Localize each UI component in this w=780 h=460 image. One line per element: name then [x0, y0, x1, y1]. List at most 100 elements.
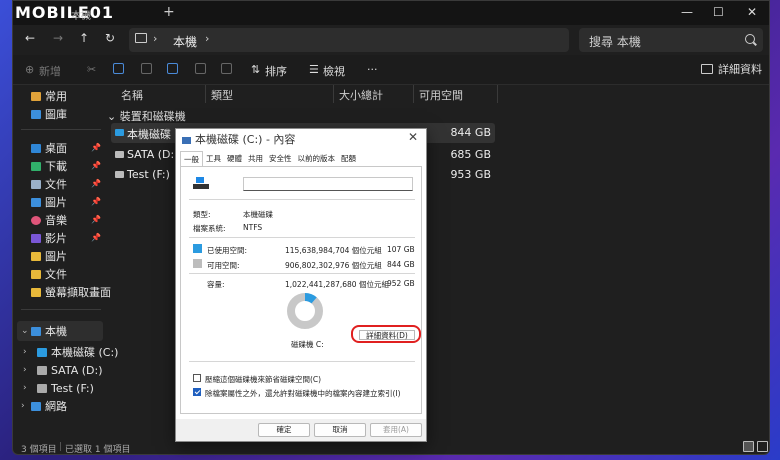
cancel-button[interactable]: 取消: [314, 423, 366, 437]
column-header-name[interactable]: 名稱: [121, 87, 143, 103]
sidebar-item-documents[interactable]: 文件: [31, 175, 67, 193]
drive-icon: [115, 151, 124, 158]
index-label: 除檔案屬性之外，還允許對磁碟機中的檔案內容建立索引(I): [205, 389, 401, 398]
tab-previous-versions[interactable]: 以前的版本: [295, 151, 339, 166]
sidebar-item-network[interactable]: 網路: [31, 397, 67, 415]
column-header-free[interactable]: 可用空間: [419, 87, 463, 103]
up-button[interactable]: ↑: [79, 31, 89, 45]
sidebar-item-drive-d[interactable]: SATA (D:): [37, 361, 103, 379]
drive-icon: [115, 171, 124, 178]
cut-icon[interactable]: ✂: [87, 63, 96, 76]
sidebar-item-desktop[interactable]: 桌面: [31, 139, 67, 157]
drive-icon: [37, 365, 47, 375]
index-checkbox[interactable]: [193, 388, 201, 396]
pin-icon[interactable]: 📌: [91, 161, 101, 170]
watermark-logo: MOBILE01: [15, 3, 115, 22]
paste-icon[interactable]: [141, 63, 152, 74]
chevron-right-icon[interactable]: ›: [21, 401, 25, 411]
more-button[interactable]: ···: [367, 63, 378, 76]
capacity-bytes: 1,022,441,287,680 個位元組: [285, 280, 389, 289]
used-space-bytes: 115,638,984,704 個位元組: [285, 246, 382, 255]
tab-sharing[interactable]: 共用: [245, 151, 266, 166]
column-header-total[interactable]: 大小總計: [339, 87, 383, 103]
view-button[interactable]: 檢視: [323, 63, 345, 79]
tab-quota[interactable]: 配額: [338, 151, 359, 166]
folder-icon: [31, 251, 41, 261]
group-header-devices[interactable]: ⌄ 裝置和磁碟機: [107, 108, 186, 124]
copy-icon[interactable]: [113, 63, 124, 74]
column-divider[interactable]: [413, 85, 414, 103]
sidebar-item-downloads[interactable]: 下載: [31, 157, 67, 175]
sidebar-item-gallery[interactable]: 圖庫: [31, 105, 67, 123]
sidebar-item-folder-pictures[interactable]: 圖片: [31, 247, 67, 265]
divider: [189, 237, 415, 238]
details-pane-label: 詳細資料: [718, 63, 762, 76]
properties-dialog: 本機磁碟 (C:) - 內容 ✕ 一般 工具 硬體 共用 安全性 以前的版本 配…: [175, 128, 427, 442]
tab-strip: MOBILE01 本機 + — ☐ ✕: [13, 1, 769, 25]
refresh-button[interactable]: ↻: [105, 31, 115, 45]
dialog-close-button[interactable]: ✕: [408, 130, 418, 144]
back-button[interactable]: ←: [25, 31, 35, 45]
new-button[interactable]: 新增: [39, 63, 61, 79]
new-tab-button[interactable]: +: [163, 4, 175, 20]
maximize-button[interactable]: ☐: [713, 5, 724, 19]
details-pane-button[interactable]: 詳細資料: [701, 61, 762, 77]
column-divider[interactable]: [333, 85, 334, 103]
sidebar-item-folder-documents[interactable]: 文件: [31, 265, 67, 283]
sidebar-item-drive-f[interactable]: Test (F:): [37, 379, 94, 397]
sidebar-item-quick-access[interactable]: 常用: [31, 87, 67, 105]
tab-this-pc[interactable]: 本機: [71, 7, 91, 22]
delete-icon[interactable]: [221, 63, 232, 74]
divider: [189, 199, 415, 200]
pin-icon[interactable]: 📌: [91, 215, 101, 224]
list-item-name: SATA (D:): [127, 148, 179, 161]
breadcrumb-this-pc[interactable]: 本機: [173, 33, 197, 50]
list-item-name: Test (F:): [127, 168, 170, 181]
pin-icon[interactable]: 📌: [91, 143, 101, 152]
address-bar[interactable]: › 本機 ›: [129, 28, 569, 52]
tab-tools[interactable]: 工具: [203, 151, 224, 166]
folder-icon: [31, 287, 41, 297]
sidebar-item-videos[interactable]: 影片: [31, 229, 67, 247]
pin-icon[interactable]: 📌: [91, 179, 101, 188]
sort-button[interactable]: 排序: [265, 63, 287, 79]
minimize-button[interactable]: —: [681, 5, 693, 19]
disk-usage-donut: [287, 293, 323, 329]
compress-checkbox[interactable]: [193, 374, 201, 382]
sidebar-item-drive-c[interactable]: 本機磁碟 (C:): [37, 343, 118, 361]
used-space-swatch: [193, 244, 202, 253]
chevron-down-icon[interactable]: ⌄: [21, 326, 29, 336]
rename-icon[interactable]: [167, 63, 178, 74]
sidebar-item-this-pc[interactable]: 本機: [31, 322, 67, 340]
pin-icon[interactable]: 📌: [91, 197, 101, 206]
view-icon: ☰: [309, 63, 319, 76]
breadcrumb-separator[interactable]: ›: [153, 32, 157, 45]
forward-button[interactable]: →: [53, 31, 63, 45]
sidebar-item-folder-screenshots[interactable]: 螢幕擷取畫面: [31, 283, 111, 301]
chevron-right-icon[interactable]: ›: [23, 365, 27, 375]
column-divider[interactable]: [497, 85, 498, 103]
pin-icon[interactable]: 📌: [91, 233, 101, 242]
filesystem-value: NTFS: [243, 223, 263, 232]
chevron-right-icon[interactable]: ›: [23, 383, 27, 393]
chevron-right-icon[interactable]: ›: [23, 347, 27, 357]
sidebar-item-music[interactable]: 音樂: [31, 211, 67, 229]
disk-details-button[interactable]: 詳細資料(D): [359, 330, 415, 340]
general-tab-panel: 類型: 本機磁碟 檔案系統: NTFS 已使用空間: 115,638,984,7…: [180, 166, 422, 414]
close-button[interactable]: ✕: [747, 5, 757, 19]
tab-security[interactable]: 安全性: [266, 151, 295, 166]
search-input[interactable]: 搜尋 本機: [579, 28, 763, 52]
tiles-view-icon[interactable]: [757, 441, 768, 452]
sidebar-item-pictures[interactable]: 圖片: [31, 193, 67, 211]
column-divider[interactable]: [205, 85, 206, 103]
tab-hardware[interactable]: 硬體: [224, 151, 245, 166]
network-icon: [31, 401, 41, 411]
details-view-icon[interactable]: [743, 441, 754, 452]
column-header-type[interactable]: 類型: [211, 87, 233, 103]
breadcrumb-separator[interactable]: ›: [205, 32, 209, 45]
tab-general[interactable]: 一般: [180, 151, 203, 166]
volume-label-input[interactable]: [243, 177, 413, 191]
share-icon[interactable]: [195, 63, 206, 74]
apply-button[interactable]: 套用(A): [370, 423, 422, 437]
ok-button[interactable]: 確定: [258, 423, 310, 437]
